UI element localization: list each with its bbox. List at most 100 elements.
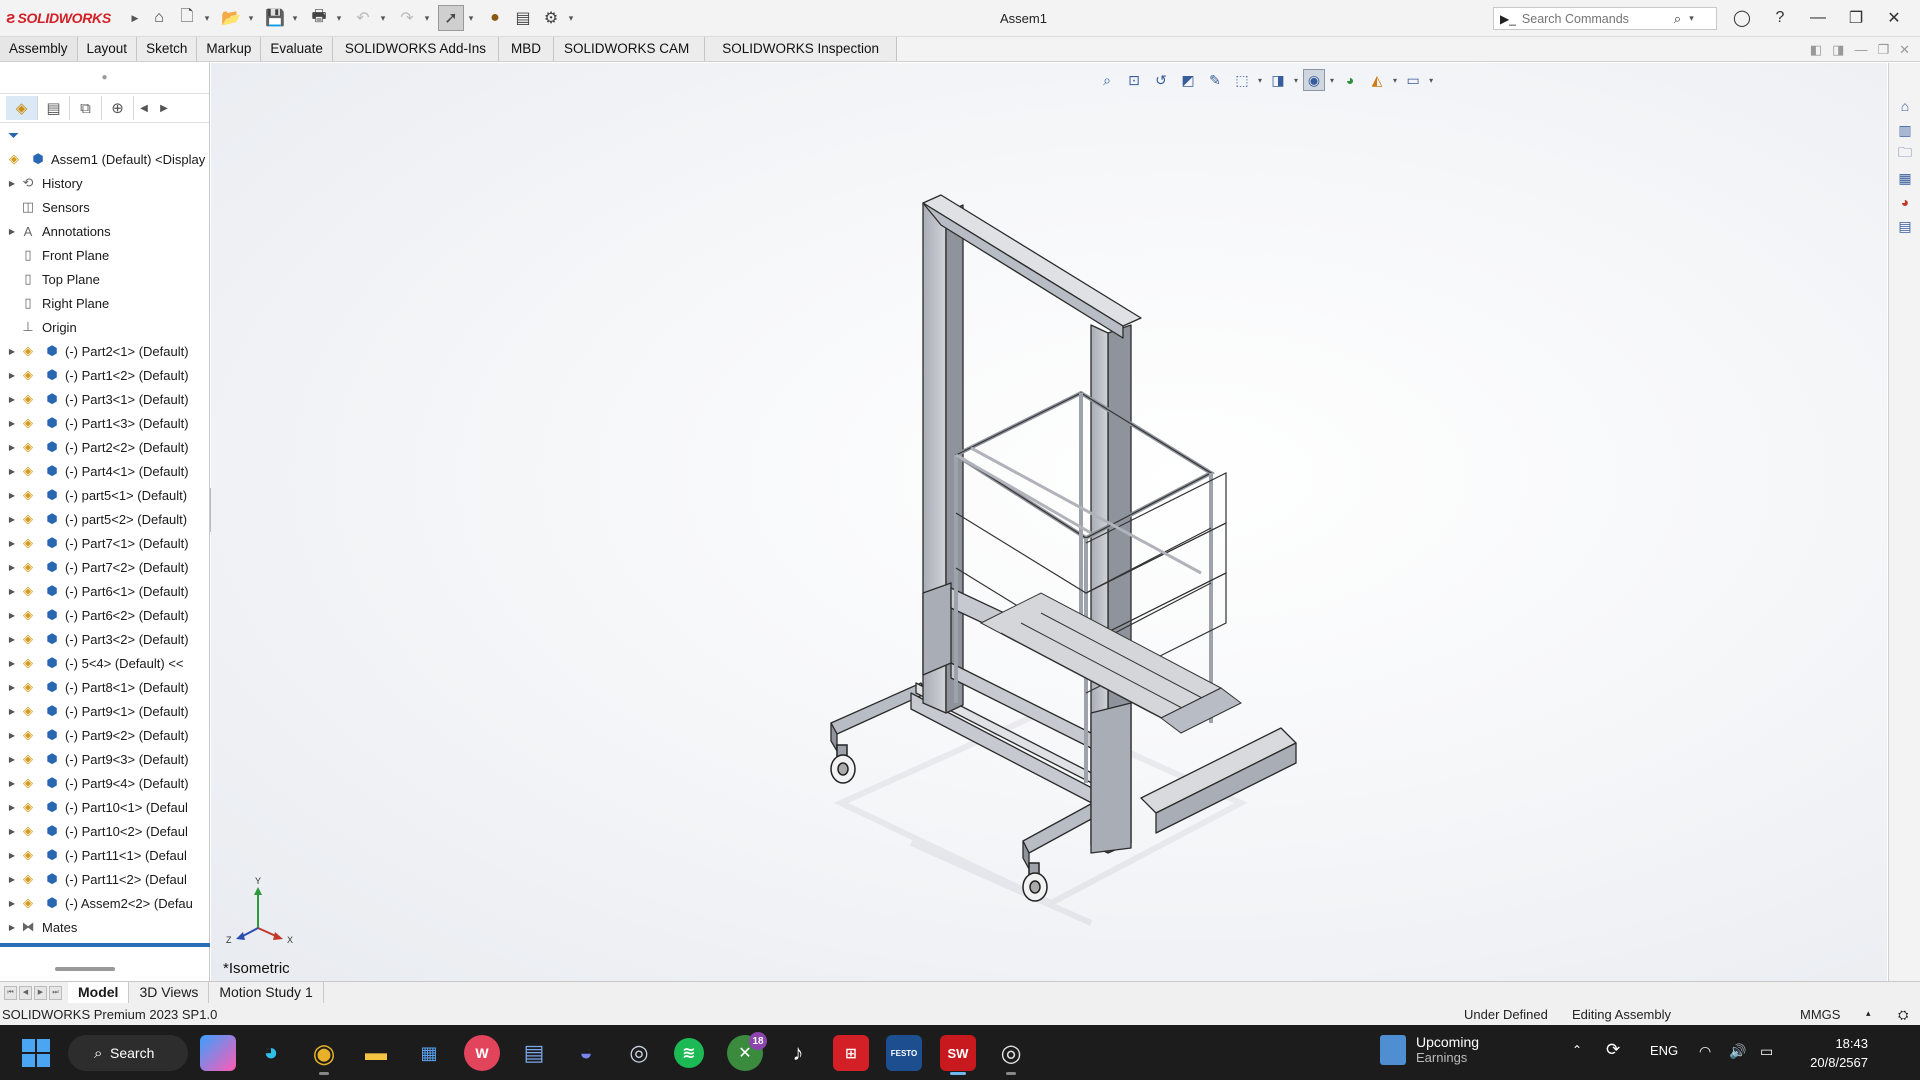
tree-item[interactable]: ▶ ◈ ⬢ (-) Part9<1> (Default) bbox=[0, 699, 209, 723]
file-explorer-icon[interactable]: ▬ bbox=[358, 1035, 394, 1071]
tab-addins[interactable]: SOLIDWORKS Add-Ins bbox=[332, 37, 499, 61]
expand-arrow-icon[interactable]: ▶ bbox=[6, 827, 18, 836]
expand-arrow-icon[interactable]: ▶ bbox=[6, 395, 18, 404]
obs-studio-icon[interactable]: ◎ bbox=[993, 1035, 1029, 1075]
wifi-icon[interactable]: ◠ bbox=[1699, 1043, 1711, 1060]
file-explorer-icon[interactable]: 🗀 bbox=[1893, 143, 1917, 165]
expand-arrow-icon[interactable]: ▶ bbox=[6, 923, 18, 932]
tree-item[interactable]: ▯ Top Plane bbox=[0, 267, 209, 291]
open-dropdown-icon[interactable]: ▾ bbox=[246, 13, 256, 24]
appearances-scenes-icon[interactable]: ◕ bbox=[1893, 191, 1917, 213]
tab-assembly[interactable]: Assembly bbox=[0, 37, 78, 61]
customize-status-icon[interactable]: ⛭ bbox=[1898, 1007, 1908, 1023]
expand-arrow-icon[interactable]: ▶ bbox=[6, 851, 18, 860]
tab-inspection[interactable]: SOLIDWORKS Inspection bbox=[705, 37, 898, 61]
tree-item[interactable]: ▶ ◈ ⬢ (-) 5<4> (Default) << bbox=[0, 651, 209, 675]
tree-item[interactable]: ▶ ◈ ⬢ (-) Part11<1> (Defaul bbox=[0, 843, 209, 867]
user-account-icon[interactable]: ◯ bbox=[1727, 6, 1757, 30]
doc-restore-icon[interactable]: ❐ bbox=[1877, 42, 1889, 58]
redo-icon[interactable]: ↷ bbox=[394, 5, 420, 31]
solidworks-logo[interactable]: ƨ SOLIDWORKS bbox=[0, 8, 130, 28]
expand-arrow-icon[interactable]: ▶ bbox=[6, 659, 18, 668]
tree-item[interactable]: ▶ ◈ ⬢ (-) Part6<1> (Default) bbox=[0, 579, 209, 603]
panel-grip[interactable]: ● bbox=[0, 63, 209, 93]
redo-dropdown-icon[interactable]: ▾ bbox=[422, 13, 432, 24]
select-dropdown-icon[interactable]: ▾ bbox=[466, 13, 476, 24]
expand-arrow-icon[interactable]: ▶ bbox=[6, 683, 18, 692]
custom-properties-icon[interactable]: ▤ bbox=[1893, 215, 1917, 237]
view-palette-icon[interactable]: ▦ bbox=[1893, 167, 1917, 189]
save-icon[interactable]: 💾 bbox=[262, 5, 288, 31]
solidworks-taskbar-icon[interactable]: SW bbox=[940, 1035, 976, 1075]
expand-arrow-icon[interactable]: ▶ bbox=[6, 731, 18, 740]
rebuild-traffic-light-icon[interactable]: ● bbox=[482, 5, 508, 31]
copilot-icon[interactable] bbox=[200, 1035, 236, 1071]
expand-arrow-icon[interactable]: ▶ bbox=[6, 227, 18, 236]
battery-icon[interactable]: ▭ bbox=[1760, 1043, 1773, 1060]
windows-start-icon[interactable] bbox=[22, 1039, 50, 1067]
options-gear-icon[interactable]: ⚙ bbox=[538, 5, 564, 31]
undo-dropdown-icon[interactable]: ▾ bbox=[378, 13, 388, 24]
prev-tab-icon[interactable]: ◀ bbox=[19, 985, 32, 1000]
solidworks-resources-icon[interactable]: ⌂ bbox=[1893, 95, 1917, 117]
home-icon[interactable]: ⌂ bbox=[146, 5, 172, 31]
select-pointer-icon[interactable]: ➚ bbox=[438, 5, 464, 31]
file-properties-icon[interactable]: ▤ bbox=[510, 5, 536, 31]
autocad-icon[interactable]: ⊞ bbox=[833, 1035, 869, 1071]
expand-arrow-icon[interactable]: ▶ bbox=[6, 635, 18, 644]
expand-arrow-icon[interactable]: ▶ bbox=[6, 755, 18, 764]
spotify-icon[interactable]: ≋ bbox=[674, 1038, 704, 1068]
tree-item[interactable]: ▶ ◈ ⬢ (-) Part7<2> (Default) bbox=[0, 555, 209, 579]
tree-item[interactable]: ⊥ Origin bbox=[0, 315, 209, 339]
close-window-icon[interactable]: ✕ bbox=[1879, 6, 1909, 30]
tree-item[interactable]: ▶ ◈ ⬢ (-) Part2<2> (Default) bbox=[0, 435, 209, 459]
search-commands-input[interactable] bbox=[1521, 11, 1672, 26]
tree-root-assembly[interactable]: ◈ ⬢ Assem1 (Default) <Display bbox=[0, 147, 209, 171]
expand-arrow-icon[interactable]: ▶ bbox=[6, 899, 18, 908]
expand-arrow-icon[interactable]: ▶ bbox=[6, 419, 18, 428]
discord-icon[interactable]: ◒ bbox=[568, 1035, 604, 1071]
widget-upcoming-earnings[interactable]: Upcoming Earnings bbox=[1380, 1034, 1479, 1065]
last-tab-icon[interactable]: ⏭ bbox=[49, 985, 62, 1000]
tree-item[interactable]: ▶ ◈ ⬢ (-) part5<2> (Default) bbox=[0, 507, 209, 531]
tree-item[interactable]: ▶ ⧓ Mates bbox=[0, 915, 209, 939]
expand-arrow-icon[interactable]: ▶ bbox=[6, 611, 18, 620]
tree-item[interactable]: ◫ Sensors bbox=[0, 195, 209, 219]
tabs-scroll-right-icon[interactable]: ▶ bbox=[154, 103, 174, 114]
expand-arrow-icon[interactable]: ▶ bbox=[6, 563, 18, 572]
units-menu-icon[interactable]: ▴ bbox=[1866, 1008, 1871, 1019]
system-clock[interactable]: 18:43 20/8/2567 bbox=[1803, 1034, 1868, 1072]
doc-tile-left-icon[interactable]: ◧ bbox=[1810, 42, 1822, 58]
tab-evaluate[interactable]: Evaluate bbox=[261, 37, 333, 61]
edge-browser-icon[interactable]: ◕ bbox=[253, 1035, 289, 1071]
notepad-icon[interactable]: ▤ bbox=[516, 1035, 552, 1071]
tree-item[interactable]: ▶ ◈ ⬢ (-) Part10<2> (Defaul bbox=[0, 819, 209, 843]
expand-arrow-icon[interactable]: ▶ bbox=[6, 491, 18, 500]
search-commands-box[interactable]: ▶_ ⌕ ▾ bbox=[1493, 7, 1717, 30]
minimize-window-icon[interactable]: — bbox=[1803, 6, 1833, 30]
property-manager-tab-icon[interactable]: ▤ bbox=[38, 96, 70, 120]
expand-arrow-icon[interactable]: ▶ bbox=[6, 803, 18, 812]
tree-item[interactable]: ▶ ◈ ⬢ (-) Part1<2> (Default) bbox=[0, 363, 209, 387]
print-dropdown-icon[interactable]: ▾ bbox=[334, 13, 344, 24]
expand-arrow-icon[interactable]: ▶ bbox=[6, 707, 18, 716]
doc-tile-right-icon[interactable]: ◨ bbox=[1832, 42, 1844, 58]
new-document-icon[interactable]: 🗋 bbox=[174, 5, 200, 31]
dimxpert-tab-icon[interactable]: ⊕ bbox=[102, 96, 134, 120]
expand-arrow-icon[interactable]: ▶ bbox=[6, 515, 18, 524]
expand-arrow-icon[interactable]: ▶ bbox=[6, 179, 18, 188]
first-tab-icon[interactable]: ⏮ bbox=[4, 985, 17, 1000]
tree-item[interactable]: ▶ ◈ ⬢ (-) Part9<4> (Default) bbox=[0, 771, 209, 795]
tree-item[interactable]: ▶ ◈ ⬢ (-) Part8<1> (Default) bbox=[0, 675, 209, 699]
expand-arrow-icon[interactable]: ▶ bbox=[6, 587, 18, 596]
expand-arrow-icon[interactable]: ▶ bbox=[6, 371, 18, 380]
new-dropdown-icon[interactable]: ▾ bbox=[202, 13, 212, 24]
tree-item[interactable]: ▯ Right Plane bbox=[0, 291, 209, 315]
search-dropdown-icon[interactable]: ▾ bbox=[1689, 13, 1694, 24]
taskbar-search[interactable]: ⌕ Search bbox=[68, 1035, 188, 1071]
undo-icon[interactable]: ↶ bbox=[350, 5, 376, 31]
tree-item[interactable]: ▶ ◈ ⬢ (-) Part4<1> (Default) bbox=[0, 459, 209, 483]
tiktok-icon[interactable]: ♪ bbox=[780, 1035, 816, 1071]
tree-item[interactable]: ▶ ◈ ⬢ (-) Assem2<2> (Defau bbox=[0, 891, 209, 915]
tab-sketch[interactable]: Sketch bbox=[137, 37, 198, 61]
